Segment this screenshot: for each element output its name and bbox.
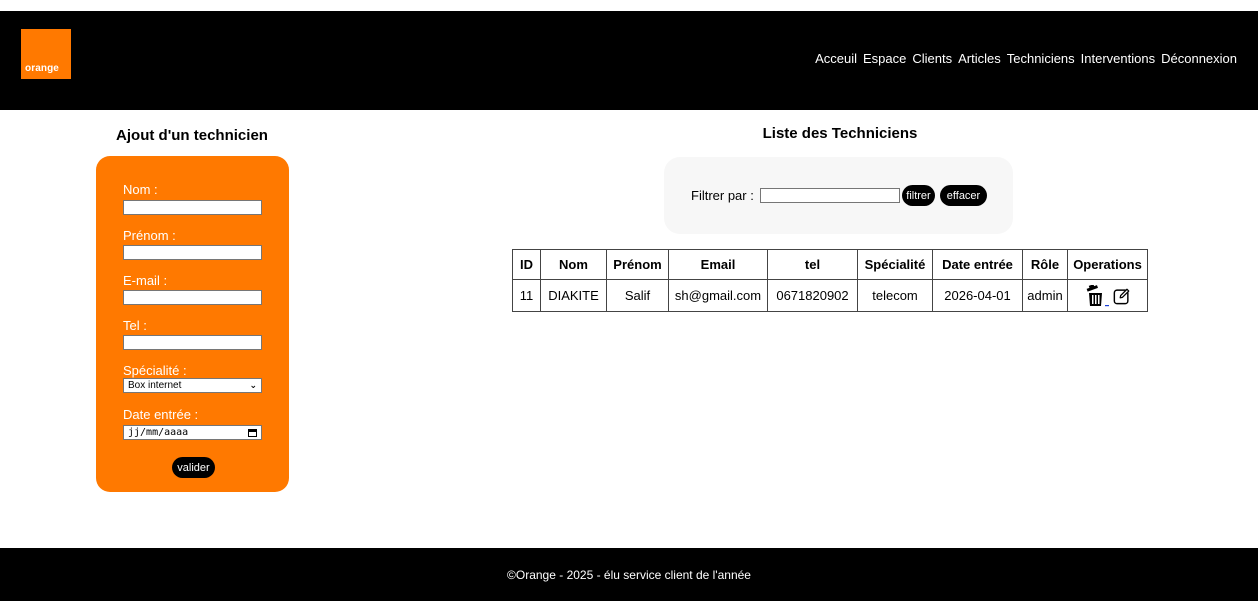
cell-id: 11 [512, 279, 541, 312]
nav-interventions[interactable]: Interventions [1081, 51, 1155, 66]
filter-panel: Filtrer par : filtrer effacer [664, 157, 1013, 234]
main-nav: Acceuil Espace Clients Articles Technici… [815, 51, 1237, 66]
nav-techniciens[interactable]: Techniciens [1007, 51, 1075, 66]
edit-icon[interactable] [1113, 287, 1131, 305]
nav-deconnexion[interactable]: Déconnexion [1161, 51, 1237, 66]
cell-email: sh@gmail.com [668, 279, 768, 312]
cell-specialite: telecom [857, 279, 933, 312]
tel-label: Tel : [123, 318, 147, 333]
col-specialite: Spécialité [857, 249, 933, 280]
specialite-label: Spécialité : [123, 363, 187, 378]
list-title: Liste des Techniciens [762, 125, 918, 142]
valider-button[interactable]: valider [172, 457, 215, 478]
cell-prenom: Salif [606, 279, 669, 312]
prenom-label: Prénom : [123, 228, 176, 243]
cell-role: admin [1022, 279, 1068, 312]
cell-operations [1067, 279, 1148, 312]
chevron-down-icon: ⌄ [249, 380, 257, 390]
email-label: E-mail : [123, 273, 168, 288]
footer: ©Orange - 2025 - élu service client de l… [0, 548, 1258, 601]
calendar-icon[interactable] [248, 428, 257, 437]
col-operations: Operations [1067, 249, 1148, 280]
filter-button[interactable]: filtrer [902, 185, 935, 206]
col-prenom: Prénom [606, 249, 669, 280]
nom-label: Nom : [123, 182, 158, 197]
filter-label: Filtrer par : [691, 188, 754, 203]
filter-input[interactable] [760, 188, 900, 203]
cell-date: 2026-04-01 [932, 279, 1023, 312]
col-role: Rôle [1022, 249, 1068, 280]
clear-button[interactable]: effacer [940, 185, 987, 206]
col-email: Email [668, 249, 768, 280]
col-id: ID [512, 249, 541, 280]
col-nom: Nom [540, 249, 607, 280]
footer-text: ©Orange - 2025 - élu service client de l… [507, 567, 751, 582]
email-input[interactable] [123, 290, 262, 305]
nav-espace[interactable]: Espace [863, 51, 906, 66]
specialite-select[interactable]: Box internet ⌄ [123, 378, 262, 393]
prenom-input[interactable] [123, 245, 262, 260]
logo-text: orange [25, 63, 59, 74]
tel-input[interactable] [123, 335, 262, 350]
specialite-value: Box internet [128, 380, 182, 391]
table-header-row: ID Nom Prénom Email tel Spécialité Date … [512, 249, 1148, 280]
orange-logo[interactable]: orange [21, 29, 71, 79]
top-bar: orange Acceuil Espace Clients Articles T… [0, 11, 1258, 110]
nav-clients[interactable]: Clients [912, 51, 952, 66]
add-technician-form: Nom : Prénom : E-mail : Tel : Spécialité… [96, 156, 289, 492]
delete-button[interactable] [1085, 284, 1109, 307]
nom-input[interactable] [123, 200, 262, 215]
nav-articles[interactable]: Articles [958, 51, 1001, 66]
technicians-table: ID Nom Prénom Email tel Spécialité Date … [512, 249, 1148, 312]
col-tel: tel [767, 249, 858, 280]
cell-tel: 0671820902 [767, 279, 858, 312]
table-row: 11 DIAKITE Salif sh@gmail.com 0671820902… [512, 279, 1148, 312]
cell-nom: DIAKITE [540, 279, 607, 312]
date-label: Date entrée : [123, 407, 199, 422]
link-underline-icon [1104, 304, 1109, 306]
col-date: Date entrée [932, 249, 1023, 280]
form-title: Ajout d'un technicien [116, 127, 268, 144]
date-placeholder: jj/mm/aaaa [128, 427, 189, 438]
nav-acceuil[interactable]: Acceuil [815, 51, 857, 66]
date-input[interactable]: jj/mm/aaaa [123, 425, 262, 440]
trash-icon [1086, 284, 1102, 306]
